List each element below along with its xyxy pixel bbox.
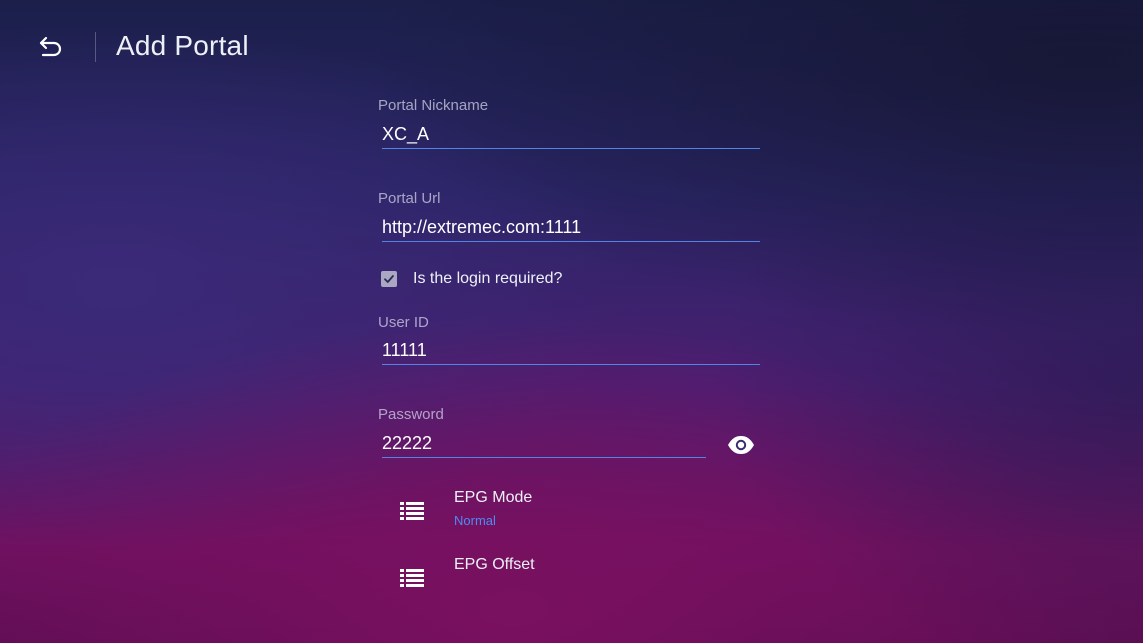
epg-mode-setting[interactable]: EPG Mode Normal — [396, 487, 756, 537]
url-input[interactable] — [382, 213, 760, 242]
back-button[interactable] — [34, 30, 68, 64]
epg-mode-title: EPG Mode — [454, 489, 533, 506]
header: Add Portal — [0, 0, 1143, 90]
back-arrow-icon — [39, 36, 62, 57]
epg-mode-value: Normal — [454, 513, 496, 528]
page-title: Add Portal — [116, 30, 249, 61]
epg-offset-title: EPG Offset — [454, 556, 535, 573]
password-input[interactable] — [382, 429, 706, 458]
login-required-checkbox[interactable] — [381, 271, 397, 287]
list-icon — [400, 569, 424, 587]
user-id-input[interactable] — [382, 336, 760, 365]
login-required-checkbox-row[interactable]: Is the login required? — [381, 268, 562, 290]
toggle-password-visibility-button[interactable] — [726, 432, 756, 458]
eye-icon — [728, 436, 754, 454]
login-required-label: Is the login required? — [413, 270, 563, 287]
epg-offset-setting[interactable]: EPG Offset — [396, 554, 756, 604]
user-id-label: User ID — [378, 314, 429, 331]
nickname-label: Portal Nickname — [378, 97, 489, 114]
nickname-input[interactable] — [382, 120, 760, 149]
checkmark-icon — [384, 275, 394, 283]
password-label: Password — [378, 406, 444, 423]
url-label: Portal Url — [378, 190, 441, 207]
background-vignette — [0, 0, 1143, 643]
header-divider — [95, 32, 96, 62]
list-icon — [400, 502, 424, 520]
